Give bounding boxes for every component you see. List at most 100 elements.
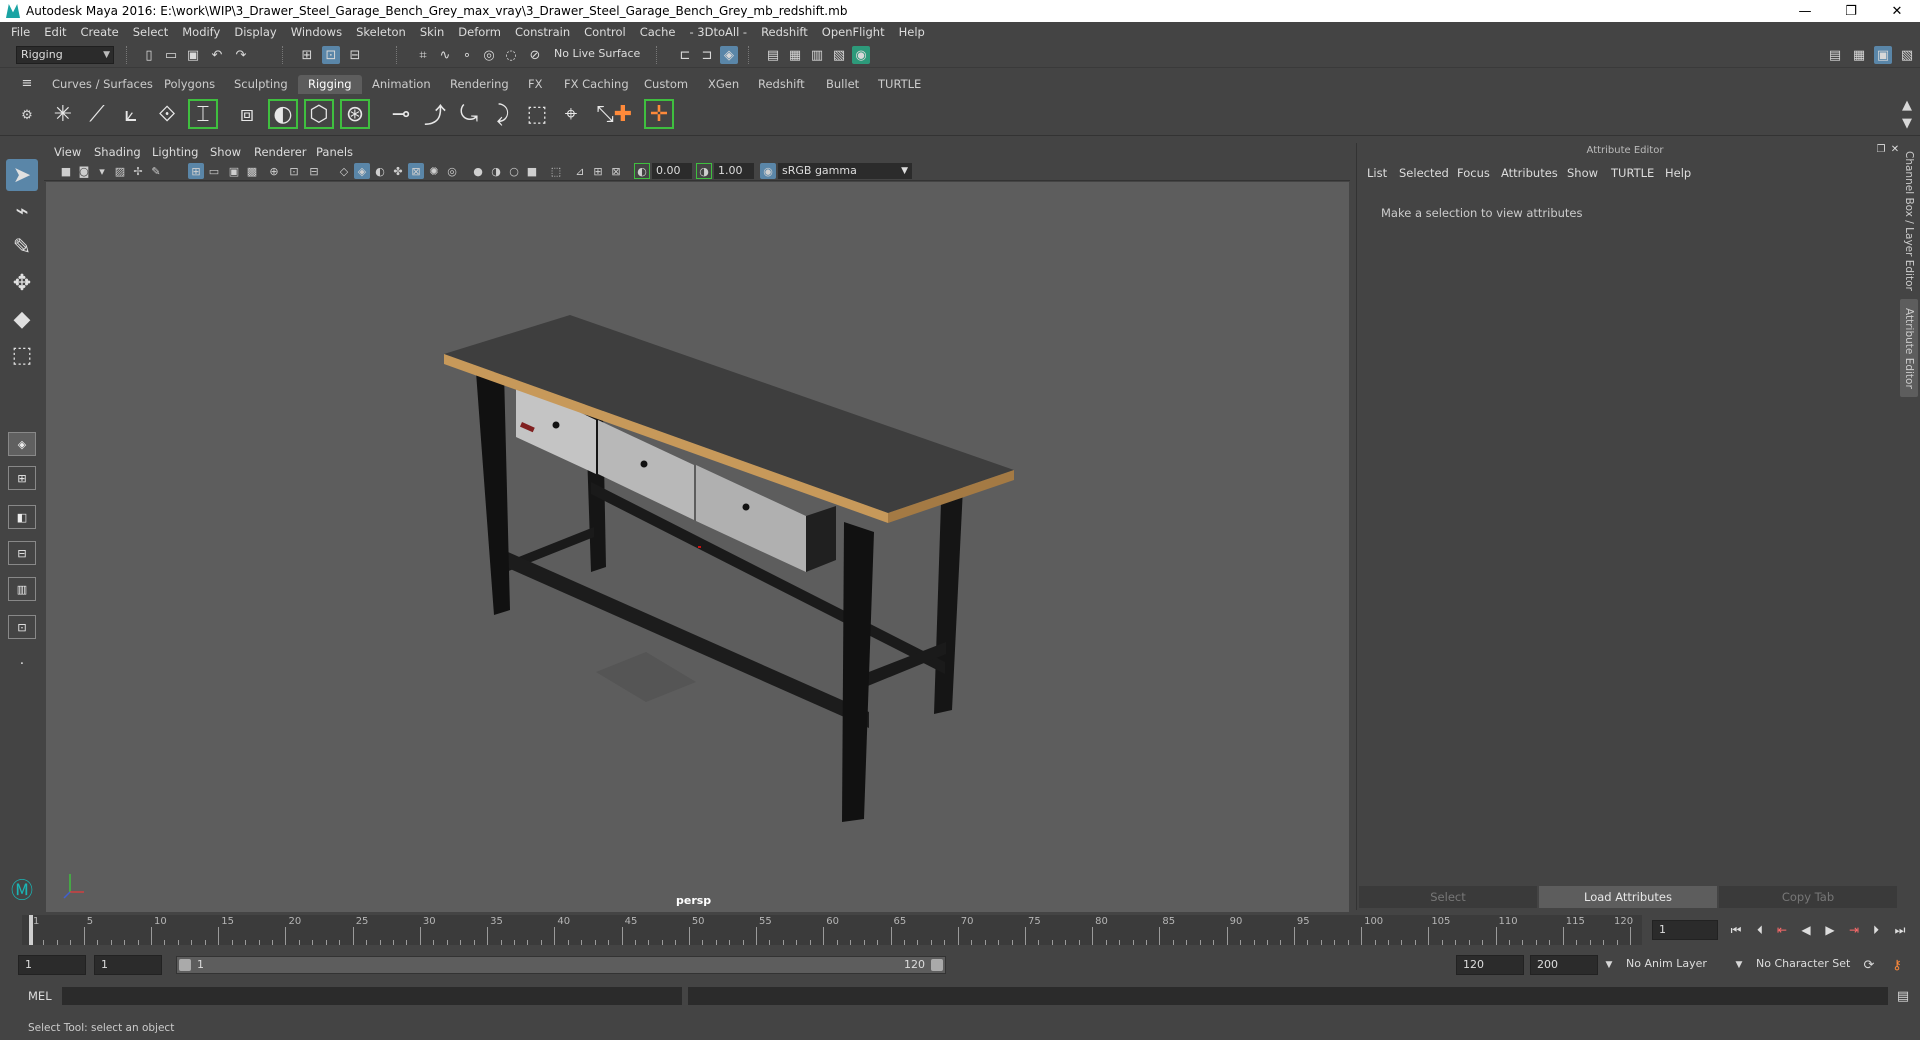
menu-3dtoall[interactable]: - 3DtoAll -: [682, 25, 754, 39]
range-end-handle[interactable]: [931, 959, 943, 971]
anti-aliasing-icon[interactable]: ◑: [488, 163, 504, 179]
save-scene-icon[interactable]: ▣: [184, 46, 202, 64]
two-pane-side-layout-icon[interactable]: ◧: [8, 505, 36, 529]
select-component-icon[interactable]: ⊟: [346, 46, 364, 64]
tab-attribute-editor[interactable]: Attribute Editor: [1900, 299, 1918, 397]
output-ops-icon[interactable]: ⊐: [698, 46, 716, 64]
cluster-icon[interactable]: ⊛: [340, 99, 370, 129]
use-all-lights-icon[interactable]: ⊠: [408, 163, 424, 179]
layout-icon[interactable]: ▦: [1850, 46, 1868, 64]
snap-grid-icon[interactable]: ⌗: [414, 46, 432, 64]
field-chart-icon[interactable]: ⊕: [266, 163, 282, 179]
tab-sculpting[interactable]: Sculpting: [224, 75, 298, 94]
tab-fx[interactable]: FX: [518, 75, 553, 94]
parent-constraint-icon[interactable]: ⤸: [488, 99, 518, 129]
backface-culling-icon[interactable]: ⊠: [608, 163, 624, 179]
script-editor-icon[interactable]: ▤: [1894, 987, 1912, 1005]
menu-skeleton[interactable]: Skeleton: [349, 25, 413, 39]
tab-fx-caching[interactable]: FX Caching: [554, 75, 639, 94]
viewport-menu-lighting[interactable]: Lighting: [152, 145, 198, 159]
scale-tool-icon[interactable]: ⬚: [6, 339, 38, 371]
ae-menu-turtle[interactable]: TURTLE: [1611, 166, 1654, 180]
film-gate-icon[interactable]: ▭: [206, 163, 222, 179]
playback-end-field[interactable]: 120: [1456, 955, 1524, 975]
go-to-start-icon[interactable]: ⏮: [1728, 922, 1744, 938]
anim-layer-dropdown[interactable]: No Anim Layer: [1620, 955, 1738, 975]
snap-curve-icon[interactable]: ∿: [436, 46, 454, 64]
isolate-select-icon[interactable]: ⬚: [548, 163, 564, 179]
rivet-icon[interactable]: ✛: [644, 99, 674, 129]
perspective-viewport[interactable]: persp: [46, 182, 1349, 912]
redo-icon[interactable]: ↷: [232, 46, 250, 64]
safe-title-icon[interactable]: ⊟: [306, 163, 322, 179]
xray-icon[interactable]: ■: [524, 163, 540, 179]
undo-icon[interactable]: ↶: [208, 46, 226, 64]
tab-xgen[interactable]: XGen: [698, 75, 749, 94]
attribute-toggle-icon[interactable]: ▧: [1898, 46, 1916, 64]
menu-edit[interactable]: Edit: [37, 25, 73, 39]
play-forwards-icon[interactable]: ▶: [1822, 922, 1838, 938]
tab-animation[interactable]: Animation: [362, 75, 441, 94]
chevron-down-icon[interactable]: ▼: [1600, 956, 1618, 974]
range-start-handle[interactable]: [179, 959, 191, 971]
ipr-render-icon[interactable]: ▧: [830, 46, 848, 64]
image-plane-icon[interactable]: ▨: [112, 163, 128, 179]
menu-display[interactable]: Display: [227, 25, 283, 39]
joint-tool-icon[interactable]: ✳: [48, 99, 78, 129]
menu-select[interactable]: Select: [126, 25, 175, 39]
scale-constraint-icon[interactable]: ⬚: [522, 99, 552, 129]
menu-help[interactable]: Help: [892, 25, 932, 39]
ae-menu-list[interactable]: List: [1367, 166, 1387, 180]
bind-skin-icon[interactable]: ⧈: [232, 99, 262, 129]
shelf-options-icon[interactable]: ⚙: [18, 106, 36, 124]
current-time-indicator[interactable]: [29, 915, 33, 945]
layout-toggle-icon[interactable]: ▣: [1874, 46, 1892, 64]
viewport-menu-view[interactable]: View: [54, 145, 81, 159]
point-constraint-icon[interactable]: ⊸: [386, 99, 416, 129]
character-set-dropdown[interactable]: No Character Set: [1750, 955, 1868, 975]
viewport-menu-show[interactable]: Show: [210, 145, 241, 159]
paint-select-tool-icon[interactable]: ✎: [6, 231, 38, 263]
select-tool-icon[interactable]: ➤: [6, 159, 38, 191]
single-perspective-layout-icon[interactable]: ◈: [8, 432, 36, 456]
move-tool-icon[interactable]: ✥: [6, 267, 38, 299]
ae-menu-focus[interactable]: Focus: [1457, 166, 1490, 180]
camera-select-icon[interactable]: ■: [58, 163, 74, 179]
menu-redshift[interactable]: Redshift: [754, 25, 815, 39]
menu-file[interactable]: File: [4, 25, 37, 39]
gate-mask-icon[interactable]: ▩: [244, 163, 260, 179]
tab-redshift[interactable]: Redshift: [748, 75, 815, 94]
xray-joints-icon[interactable]: ⊿: [572, 163, 588, 179]
time-slider[interactable]: 1 5 10 15 20 25 30 35 40 45 50 55 60 65 70 75 80 85 90 95 10…: [0, 915, 1920, 945]
step-forward-frame-icon[interactable]: ⏵: [1868, 922, 1884, 938]
ae-menu-attributes[interactable]: Attributes: [1501, 166, 1558, 180]
tab-turtle[interactable]: TURTLE: [868, 75, 931, 94]
mirror-joint-icon[interactable]: ⟐: [152, 99, 182, 129]
step-back-key-icon[interactable]: ⇤: [1774, 922, 1790, 938]
color-space-dropdown[interactable]: sRGB gamma ▼: [778, 163, 912, 179]
input-ops-icon[interactable]: ⊏: [676, 46, 694, 64]
motion-blur-icon[interactable]: ●: [470, 163, 486, 179]
rotate-tool-icon[interactable]: ◆: [6, 303, 38, 335]
camera-attributes-icon[interactable]: ◙: [76, 163, 92, 179]
graph-editor-layout-icon[interactable]: ⊟: [8, 541, 36, 565]
animation-end-field[interactable]: 200: [1530, 955, 1598, 975]
tab-rigging[interactable]: Rigging: [298, 75, 362, 94]
range-slider[interactable]: 1 120: [176, 956, 946, 974]
ik-handle-icon[interactable]: ⟋: [82, 99, 112, 129]
lasso-tool-icon[interactable]: ⌁: [6, 195, 38, 227]
tab-rendering[interactable]: Rendering: [440, 75, 519, 94]
viewport-menu-shading[interactable]: Shading: [94, 145, 141, 159]
four-view-layout-icon[interactable]: ⊞: [8, 466, 36, 490]
tab-polygons[interactable]: Polygons: [154, 75, 225, 94]
snap-view-icon[interactable]: ◎: [480, 46, 498, 64]
safe-action-icon[interactable]: ⊡: [286, 163, 302, 179]
current-frame-field[interactable]: 1: [1652, 920, 1718, 940]
more-layouts-icon[interactable]: ·: [8, 652, 36, 676]
animation-prefs-icon[interactable]: ⟳: [1860, 956, 1878, 974]
viewport-menu-panels[interactable]: Panels: [316, 145, 353, 159]
locator-icon[interactable]: ✚: [608, 99, 638, 129]
paint-weights-icon[interactable]: ⬡: [304, 99, 334, 129]
chevron-down-icon[interactable]: ▼: [1730, 956, 1748, 974]
make-live-icon[interactable]: ⊘: [526, 46, 544, 64]
